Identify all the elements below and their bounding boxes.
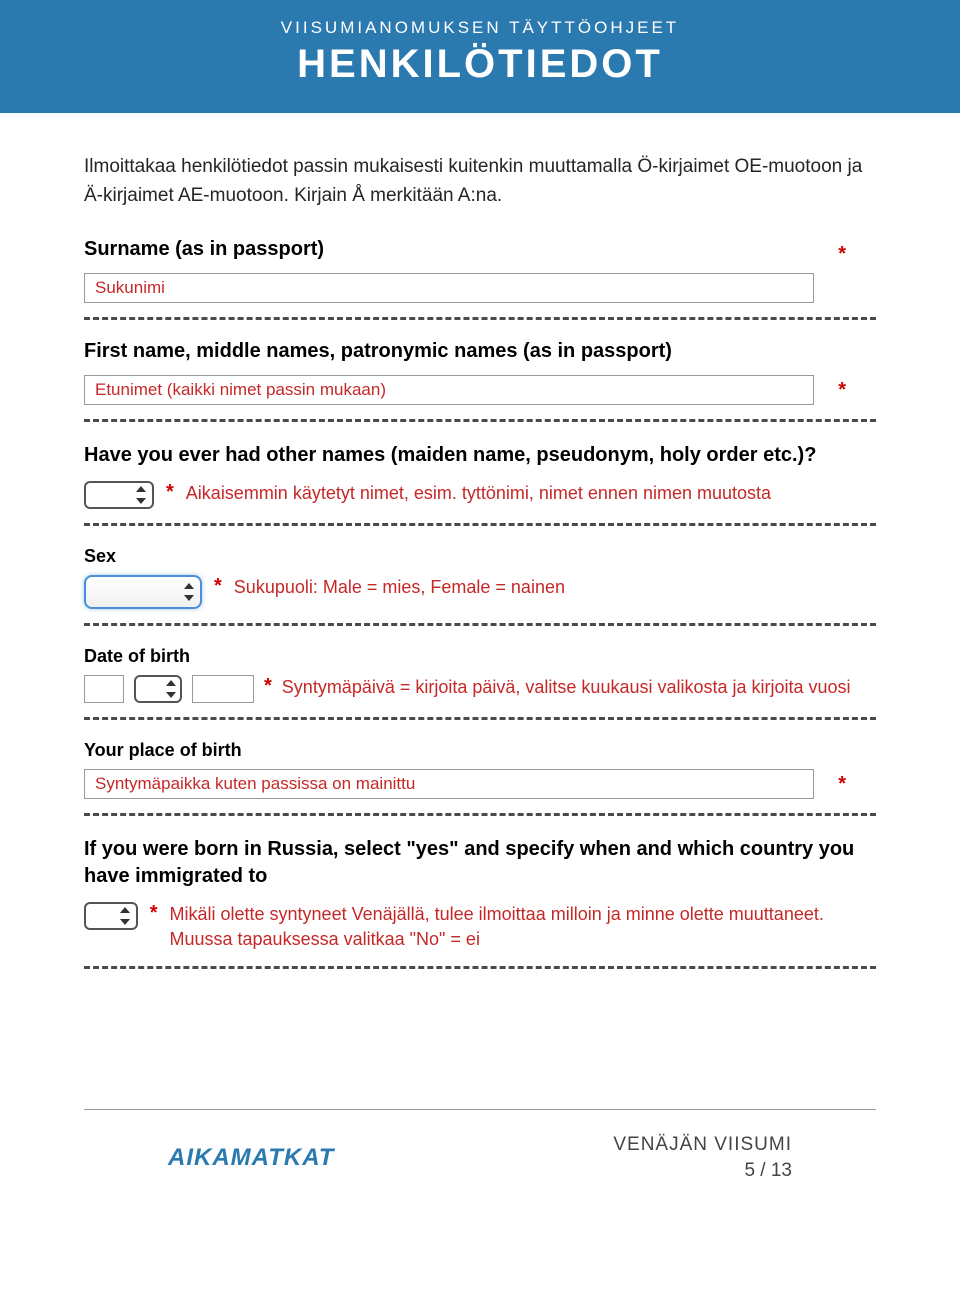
dob-row: * Syntymäpäivä = kirjoita päivä, valitse… bbox=[84, 675, 876, 703]
othernames-select[interactable] bbox=[84, 481, 154, 509]
dob-label: Date of birth bbox=[84, 646, 876, 667]
divider bbox=[84, 717, 876, 720]
header-title: HENKILÖTIEDOT bbox=[0, 42, 960, 87]
firstname-input[interactable] bbox=[84, 375, 814, 405]
othernames-note: Aikaisemmin käytetyt nimet, esim. tyttön… bbox=[186, 481, 771, 506]
page-header: VIISUMIANOMUKSEN TÄYTTÖOHJEET HENKILÖTIE… bbox=[0, 0, 960, 113]
russia-note: Mikäli olette syntyneet Venäjällä, tulee… bbox=[170, 902, 877, 952]
divider bbox=[84, 317, 876, 320]
asterisk-icon: * bbox=[838, 243, 846, 266]
pob-label: Your place of birth bbox=[84, 740, 876, 761]
intro-text: Ilmoittakaa henkilötiedot passin mukaise… bbox=[84, 153, 876, 210]
asterisk-icon: * bbox=[838, 379, 846, 402]
header-subtitle: VIISUMIANOMUKSEN TÄYTTÖOHJEET bbox=[0, 18, 960, 38]
divider bbox=[84, 623, 876, 626]
divider bbox=[84, 966, 876, 969]
dob-note: Syntymäpäivä = kirjoita päivä, valitse k… bbox=[282, 675, 851, 700]
dob-month-select[interactable] bbox=[134, 675, 182, 703]
logo: AIKAMATKAT bbox=[168, 1144, 334, 1172]
asterisk-icon: * bbox=[264, 675, 272, 698]
asterisk-icon: * bbox=[838, 773, 846, 796]
russia-select[interactable] bbox=[84, 902, 138, 930]
sex-row: * Sukupuoli: Male = mies, Female = naine… bbox=[84, 575, 876, 609]
russia-row: * Mikäli olette syntyneet Venäjällä, tul… bbox=[84, 902, 876, 952]
content: Ilmoittakaa henkilötiedot passin mukaise… bbox=[0, 113, 960, 1109]
pob-row: * bbox=[84, 769, 876, 799]
chevron-updown-icon bbox=[166, 680, 176, 698]
asterisk-icon: * bbox=[166, 481, 174, 504]
footer: AIKAMATKAT VENÄJÄN VIISUMI 5 / 13 bbox=[84, 1109, 876, 1212]
sex-note: Sukupuoli: Male = mies, Female = nainen bbox=[234, 575, 565, 600]
firstname-row: * bbox=[84, 375, 876, 405]
sex-select[interactable] bbox=[84, 575, 202, 609]
surname-row: * bbox=[84, 273, 876, 303]
asterisk-icon: * bbox=[150, 902, 158, 925]
chevron-updown-icon bbox=[136, 486, 146, 504]
dob-year-input[interactable] bbox=[192, 675, 254, 703]
chevron-updown-icon bbox=[120, 907, 130, 925]
divider bbox=[84, 419, 876, 422]
othernames-row: * Aikaisemmin käytetyt nimet, esim. tytt… bbox=[84, 481, 876, 509]
russia-label: If you were born in Russia, select "yes"… bbox=[84, 836, 876, 890]
surname-label: Surname (as in passport) bbox=[84, 238, 876, 261]
divider bbox=[84, 813, 876, 816]
footer-title: VENÄJÄN VIISUMI bbox=[613, 1134, 792, 1156]
dob-day-input[interactable] bbox=[84, 675, 124, 703]
divider bbox=[84, 523, 876, 526]
footer-right: VENÄJÄN VIISUMI 5 / 13 bbox=[613, 1134, 792, 1182]
sex-label: Sex bbox=[84, 546, 876, 567]
firstname-label: First name, middle names, patronymic nam… bbox=[84, 340, 876, 363]
othernames-label: Have you ever had other names (maiden na… bbox=[84, 442, 876, 469]
surname-input[interactable] bbox=[84, 273, 814, 303]
pob-input[interactable] bbox=[84, 769, 814, 799]
chevron-updown-icon bbox=[184, 583, 194, 601]
page-number: 5 / 13 bbox=[613, 1160, 792, 1182]
asterisk-icon: * bbox=[214, 575, 222, 598]
